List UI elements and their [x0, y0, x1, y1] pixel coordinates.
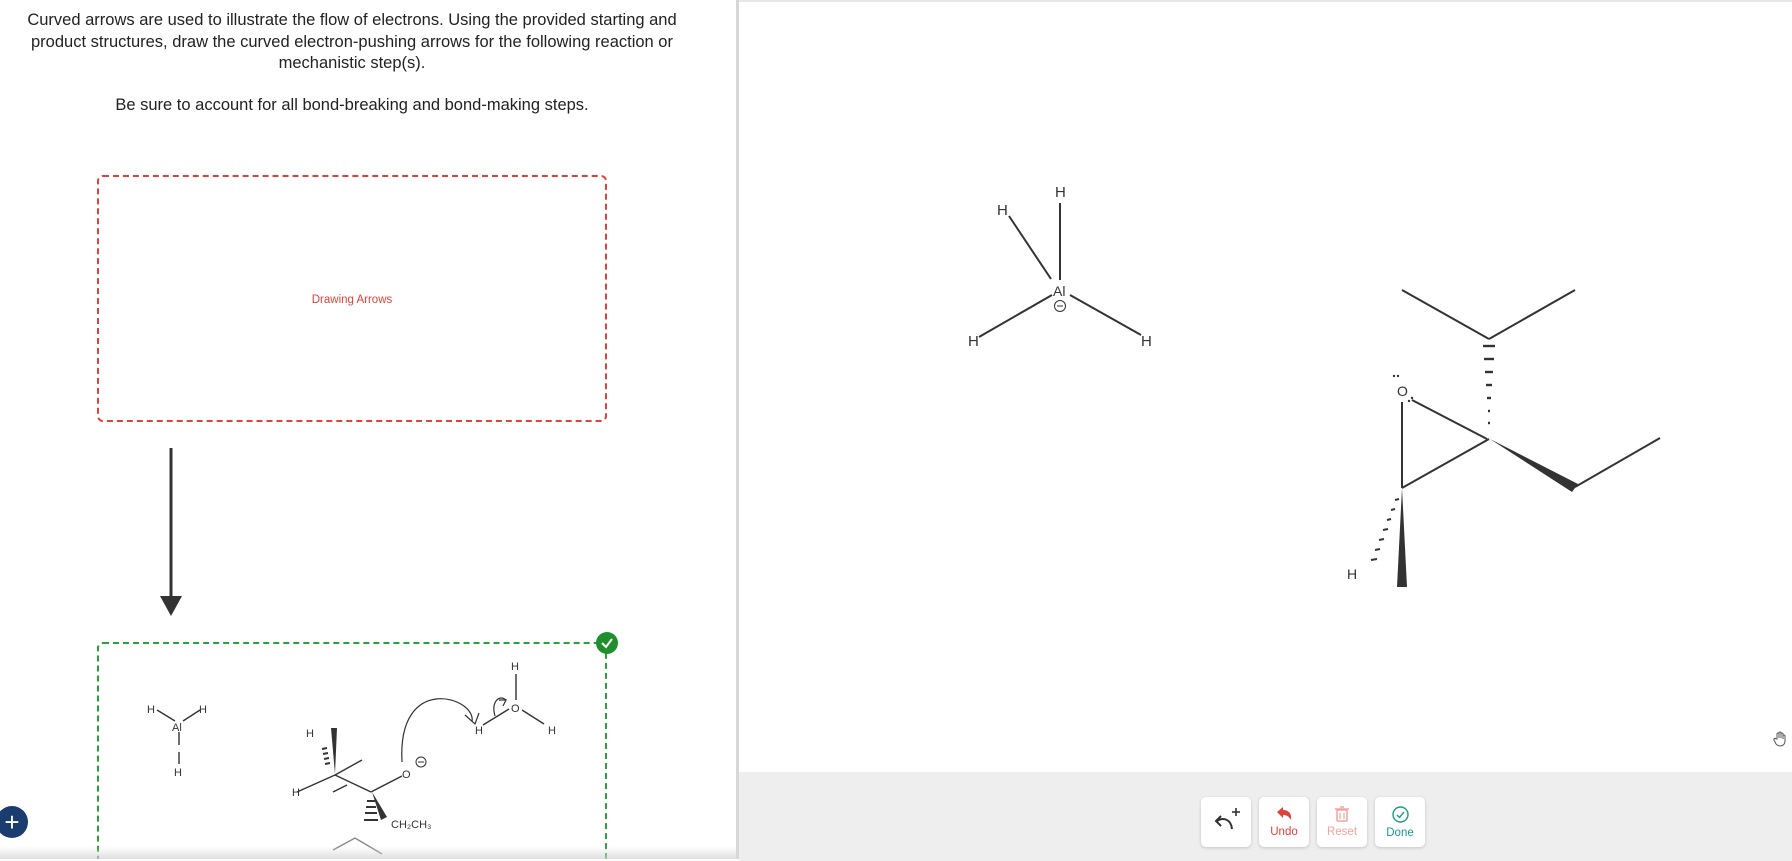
done-button[interactable]: Done: [1375, 797, 1425, 847]
epoxide-molecule[interactable]: [1401, 289, 1661, 489]
water-h-right: H: [548, 725, 556, 737]
undo-icon: [1277, 807, 1292, 820]
alkoxide-h-top: H: [306, 728, 314, 740]
curved-arrow-bond-to-o: [493, 697, 507, 717]
curved-arrow-plus-icon: [1214, 808, 1240, 830]
alh3-al: Al: [172, 722, 182, 734]
alkoxide-o: O: [402, 769, 411, 781]
bottom-fade: [0, 846, 736, 859]
check-icon: [596, 632, 618, 654]
done-label: Done: [1386, 826, 1414, 839]
add-button[interactable]: +: [0, 806, 28, 838]
wedge-bond-methyl-canvas: [1397, 488, 1407, 587]
reset-button[interactable]: Reset: [1317, 797, 1367, 847]
alh4-molecule[interactable]: [978, 203, 1142, 338]
instructions-text: Curved arrows are used to illustrate the…: [27, 11, 677, 72]
alh3-h-left: H: [147, 704, 155, 716]
alkoxide-molecule: [296, 759, 372, 793]
epoxide-h[interactable]: H: [1347, 566, 1357, 582]
alh4-al[interactable]: Al: [1053, 283, 1065, 299]
water-h-left: H: [475, 725, 483, 737]
toolbar: Undo Reset Done: [739, 772, 1792, 861]
water-molecule: [482, 674, 545, 726]
alkoxide-h-left: H: [292, 787, 300, 799]
hand-icon[interactable]: [1772, 730, 1790, 748]
reaction-arrow-icon: [160, 448, 182, 616]
drawing-canvas[interactable]: H H Al H H O H: [739, 2, 1792, 774]
trash-icon: [1335, 806, 1349, 822]
water-h-top: H: [511, 661, 519, 673]
alh4-h-top[interactable]: H: [1055, 184, 1066, 201]
drop-zone-label: Drawing Arrows: [311, 294, 393, 306]
alh4-h-upper-left[interactable]: H: [997, 202, 1008, 219]
curved-arrow-tool-button[interactable]: [1201, 797, 1251, 847]
question-panel: Curved arrows are used to illustrate the…: [0, 0, 736, 859]
arrow-drop-zone[interactable]: Drawing Arrows: [97, 175, 607, 422]
reset-label: Reset: [1326, 826, 1358, 838]
wedge-bond-ethyl-canvas: [1490, 439, 1578, 492]
curved-arrow-o-to-h: [401, 698, 473, 763]
drawing-canvas-panel[interactable]: H H Al H H O H Undo Reset Done: [739, 0, 1792, 861]
wedge-bond: [331, 728, 337, 774]
instructions-note: Be sure to account for all bond-breaking…: [115, 96, 589, 114]
ethyl-label: CH₂CH₃: [391, 819, 432, 831]
alh3-h-bottom: H: [174, 767, 182, 779]
alh4-h-right[interactable]: H: [1141, 333, 1152, 350]
undo-button[interactable]: Undo: [1259, 797, 1309, 847]
check-circle-icon: [1391, 805, 1409, 823]
epoxide-o[interactable]: O: [1397, 383, 1408, 399]
alh4-h-left[interactable]: H: [968, 333, 979, 350]
water-o: O: [511, 703, 520, 715]
alh3-h-right: H: [199, 704, 207, 716]
undo-label: Undo: [1270, 826, 1298, 838]
product-structure: H H Al H O H H CH₂CH₃ H O H H: [147, 661, 556, 855]
